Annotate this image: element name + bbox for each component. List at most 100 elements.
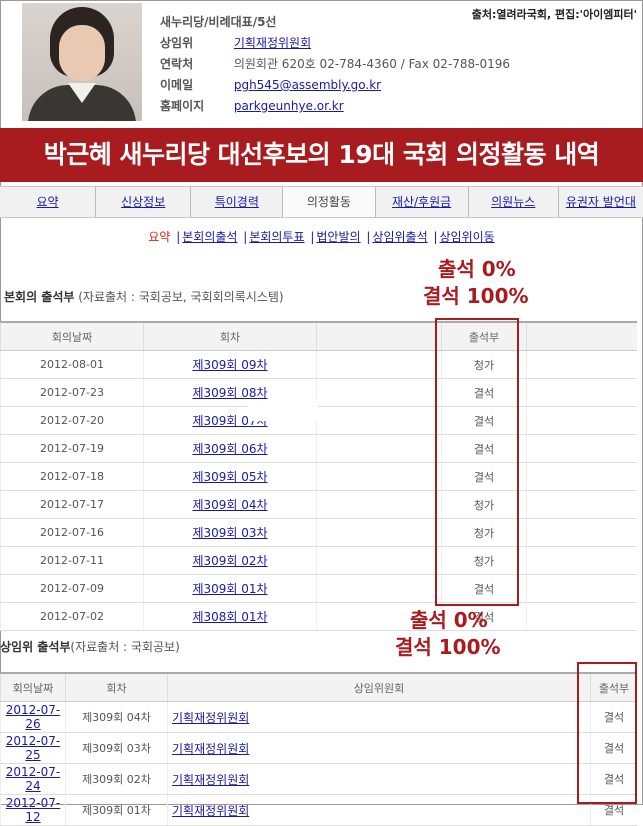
session-link[interactable]: 제309회 04차 — [192, 498, 267, 512]
committee-link[interactable]: 기획재정위원회 — [234, 36, 311, 50]
session-cell: 제309회 04차 — [143, 490, 317, 519]
col-date: 회의날짜 — [0, 672, 66, 702]
meeting-date: 2012-07-16 — [0, 518, 144, 547]
table-row: 2012-07-12 제309회 01차 기획재정위원회 결석 — [0, 794, 637, 826]
sub-navigation: 요약 | 본회의출석 | 본회의투표 | 법안발의 | 상임위출석 | 상임위이동 — [148, 230, 495, 244]
profile-info: 새누리당/비례대표/5선 상임위 기획재정위원회 연락처 의원회관 620호 0… — [160, 12, 510, 117]
col-session: 회차 — [65, 672, 168, 702]
session-cell: 제309회 03차 — [65, 732, 168, 764]
table-row: 2012-07-25 제309회 03차 기획재정위원회 결석 — [0, 732, 637, 764]
committee-link[interactable]: 기획재정위원회 — [172, 711, 249, 725]
committee-cell: 기획재정위원회 — [167, 794, 591, 826]
tab-voter-forum[interactable]: 유권자 발언대 — [558, 187, 643, 217]
meeting-date: 2012-07-11 — [0, 546, 144, 575]
contact-value: 의원회관 620호 02-784-4360 / Fax 02-788-0196 — [233, 57, 511, 71]
session-link[interactable]: 제309회 02차 — [192, 554, 267, 568]
meeting-date: 2012-07-20 — [0, 406, 144, 435]
annotation-absent-2: 결석 100% — [395, 635, 501, 659]
sublink-plenary-vote[interactable]: 본회의투표 — [249, 230, 304, 244]
meeting-date-link[interactable]: 2012-07-25 — [6, 734, 60, 762]
meeting-date: 2012-07-23 — [0, 378, 144, 407]
plenary-source: (자료출처 : 국회공보, 국회회의록시스템) — [78, 290, 284, 304]
sublink-bills[interactable]: 법안발의 — [316, 230, 360, 244]
session-link[interactable]: 제309회 05차 — [192, 470, 267, 484]
meeting-date: 2012-07-17 — [0, 490, 144, 519]
session-link[interactable]: 제309회 03차 — [192, 526, 267, 540]
meeting-date-link[interactable]: 2012-07-24 — [6, 765, 60, 793]
table-row: 2012-07-24 제309회 02차 기획재정위원회 결석 — [0, 763, 637, 795]
committee-link[interactable]: 기획재정위원회 — [172, 773, 249, 787]
session-cell: 제309회 02차 — [143, 546, 317, 575]
session-link[interactable]: 제309회 01차 — [192, 582, 267, 596]
highlight-box-plenary — [435, 318, 519, 606]
table-row: 2012-07-26 제309회 04차 기획재정위원회 결석 — [0, 701, 637, 733]
committee-title: 상임위 출석부 — [0, 640, 71, 654]
meeting-date: 2012-07-19 — [0, 434, 144, 463]
table-row: 2012-07-19 제309회 06차 결석 — [0, 434, 637, 463]
session-cell: 제309회 03차 — [143, 518, 317, 547]
committee-source: (자료출처 : 국회공보) — [70, 640, 180, 654]
homepage-link[interactable]: parkgeunhye.or.kr — [234, 99, 344, 113]
meeting-date: 2012-07-18 — [0, 462, 144, 491]
homepage-label: 홈페이지 — [160, 99, 205, 113]
tab-activity[interactable]: 의정활동 — [283, 187, 376, 217]
session-cell: 제308회 01차 — [143, 602, 317, 631]
tab-news[interactable]: 의원뉴스 — [468, 187, 559, 217]
tab-career[interactable]: 특이경력 — [191, 187, 284, 217]
committee-attendance-table: 회의날짜 회차 상임위원회 출석부 2012-07-26 제309회 04차 기획재… — [0, 672, 637, 826]
meeting-date-link[interactable]: 2012-07-12 — [6, 796, 60, 824]
committee-link[interactable]: 기획재정위원회 — [172, 804, 249, 818]
table-row: 2012-07-16 제309회 03차 청가 — [0, 518, 637, 547]
committee-label: 상임위 — [160, 36, 194, 50]
table-row: 2012-07-18 제309회 05차 결석 — [0, 462, 637, 491]
sublink-plenary-attendance[interactable]: 본회의출석 — [182, 230, 237, 244]
headline-banner: 박근혜 새누리당 대선후보의 19대 국회 의정활동 내역 — [0, 128, 643, 182]
table-row: 2012-07-09 제309회 01차 결석 — [0, 574, 637, 603]
sublink-committee-move[interactable]: 상임위이동 — [440, 230, 495, 244]
session-cell: 제309회 04차 — [65, 701, 168, 733]
meeting-date-link[interactable]: 2012-07-26 — [6, 703, 60, 731]
session-cell: 제309회 05차 — [143, 462, 317, 491]
table-row: 2012-07-17 제309회 04차 청가 — [0, 490, 637, 519]
plenary-attendance-table: 회의날짜 회차 출석부 2012-08-01 제309회 09차 청가 2012-07… — [0, 321, 637, 631]
party-info: 새누리당/비례대표/5선 — [160, 15, 277, 29]
col-date: 회의날짜 — [0, 321, 144, 351]
annotation-attend-2: 출석 0% — [410, 608, 488, 632]
committee-cell: 기획재정위원회 — [167, 732, 591, 764]
session-cell: 제309회 02차 — [65, 763, 168, 795]
meeting-date-cell: 2012-07-25 — [0, 732, 66, 764]
email-link[interactable]: pgh545@assembly.go.kr — [234, 78, 381, 92]
committee-link[interactable]: 기획재정위원회 — [172, 742, 249, 756]
committee-row: 상임위 기획재정위원회 — [160, 33, 510, 54]
table-row: 2012-07-20 제309회 07차 결석 — [0, 406, 637, 435]
tab-personal-info[interactable]: 신상정보 — [96, 187, 192, 217]
tab-summary[interactable]: 요약 — [0, 187, 97, 217]
annotation-attend-1: 출석 0% — [438, 257, 516, 281]
session-link[interactable]: 제308회 01차 — [192, 610, 267, 624]
table-row: 2012-07-11 제309회 02차 청가 — [0, 546, 637, 575]
table-row: 2012-07-23 제309회 08차 결석 — [0, 378, 637, 407]
session-cell: 제309회 01차 — [65, 794, 168, 826]
session-link[interactable]: 제309회 08차 — [192, 386, 267, 400]
homepage-row: 홈페이지 parkgeunhye.or.kr — [160, 96, 510, 117]
committee-section-title: 상임위 출석부(자료출처 : 국회공보) — [0, 638, 180, 655]
session-link[interactable]: 제309회 09차 — [192, 358, 267, 372]
email-label: 이메일 — [160, 78, 194, 92]
sublink-summary[interactable]: 요약 — [148, 230, 170, 244]
sublink-committee-attendance[interactable]: 상임위출석 — [372, 230, 427, 244]
session-cell: 제309회 01차 — [143, 574, 317, 603]
meeting-date-cell: 2012-07-12 — [0, 794, 66, 826]
profile-photo — [22, 3, 142, 121]
meeting-date-cell: 2012-07-26 — [0, 701, 66, 733]
meeting-date: 2012-07-02 — [0, 602, 144, 631]
col-session: 회차 — [143, 321, 317, 351]
tab-assets[interactable]: 재산/후원금 — [375, 187, 469, 217]
meeting-date-cell: 2012-07-24 — [0, 763, 66, 795]
contact-label: 연락처 — [160, 57, 194, 71]
table-row: 2012-08-01 제309회 09차 청가 — [0, 350, 637, 379]
meeting-date: 2012-07-09 — [0, 574, 144, 603]
session-link[interactable]: 제309회 06차 — [192, 442, 267, 456]
col-committee: 상임위원회 — [167, 672, 591, 702]
tab-bar: 요약 신상정보 특이경력 의정활동 재산/후원금 의원뉴스 유권자 발언대 — [0, 186, 643, 218]
plenary-section-title: 본회의 출석부 (자료출처 : 국회공보, 국회회의록시스템) — [4, 288, 284, 305]
